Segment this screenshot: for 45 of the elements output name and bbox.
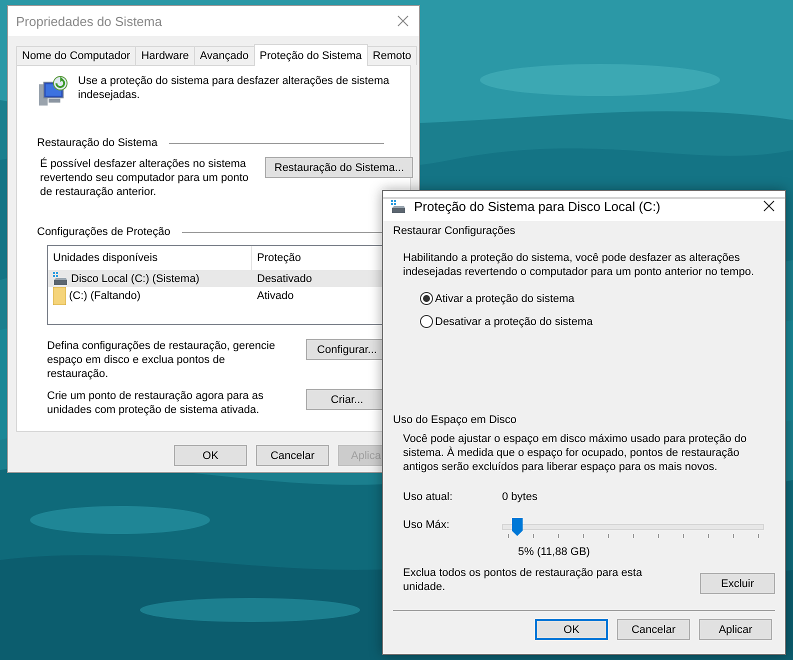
window-title: Propriedades do Sistema	[16, 14, 163, 28]
list-row[interactable]: (C:) (Faltando) Ativado	[48, 287, 384, 304]
slider-track[interactable]	[502, 518, 764, 536]
dialog-button[interactable]: OK	[535, 619, 608, 640]
restore-button[interactable]: Restauração do Sistema...	[265, 157, 413, 178]
table-cell-text: Desativado	[256, 272, 312, 284]
configure-description: Defina configurações de restauração, gerencie espaço em disco e exclua pontos de restauração.	[47, 339, 276, 381]
window-title: Proteção do Sistema para Disco Local (C:)	[414, 198, 662, 214]
restore-description: É possível desfazer alterações no sistema revertendo seu computador para um ponto de restauração anterior.	[40, 157, 250, 199]
radio-button[interactable]: Ativar a proteção do sistema	[420, 292, 775, 305]
radio-icon[interactable]	[420, 292, 433, 305]
create-description: Crie um ponto de restauração agora para as unidades com proteção de sistema ativada.	[47, 389, 264, 417]
column-header[interactable]: Proteção	[252, 246, 302, 270]
radio-icon[interactable]	[420, 315, 433, 328]
delete-button[interactable]: Excluir	[700, 573, 775, 594]
max-usage-reading: 5% (11,88 GB)	[517, 546, 591, 558]
section-heading: Configurações de Proteção	[37, 226, 170, 238]
radio-button[interactable]: Desativar a proteção do sistema	[420, 315, 775, 328]
section-heading: Restauração do Sistema	[37, 137, 158, 149]
current-usage-value: 0 bytes	[502, 491, 538, 503]
list-row[interactable]: Disco Local (C:) (Sistema) Desativado	[48, 270, 384, 287]
table-cell: (C:) (Faltando)	[69, 290, 141, 302]
folder-icon	[53, 286, 66, 304]
slider-thumb[interactable]	[512, 518, 523, 536]
close-icon	[397, 15, 409, 27]
dialog-button[interactable]: OK	[174, 445, 247, 466]
table-cell-text: Ativado	[256, 290, 294, 302]
computer-icon	[37, 74, 68, 108]
table-cell: Disco Local (C:) (Sistema)	[71, 272, 200, 284]
restore-description: Habilitando a proteção do sistema, você pode desfazer as alterações indesejadas revertendo o computador para um ponto anterior no tempo.	[402, 251, 755, 279]
drive-icon	[391, 200, 406, 212]
close-icon	[763, 200, 775, 212]
section-heading: Restaurar Configurações	[393, 225, 516, 237]
dialog-button[interactable]: Cancelar	[617, 619, 690, 640]
intro-text: Use a proteção do sistema para desfazer alterações de sistema indesejadas.	[78, 74, 390, 102]
delete-description: Exclua todos os pontos de restauração para esta unidade.	[403, 566, 644, 594]
tab[interactable]: Proteção do Sistema	[254, 44, 368, 66]
drive-icon	[53, 272, 68, 285]
tab[interactable]: Nome do Computador	[16, 46, 136, 65]
section-heading: Uso do Espaço em Disco	[393, 414, 516, 426]
dialog-button[interactable]: Aplicar	[699, 619, 772, 640]
current-usage-label: Uso atual:	[403, 491, 454, 503]
max-usage-label: Uso Máx:	[403, 519, 450, 531]
tab[interactable]: Remoto	[366, 46, 418, 65]
dialog-button[interactable]: Cancelar	[256, 445, 329, 466]
